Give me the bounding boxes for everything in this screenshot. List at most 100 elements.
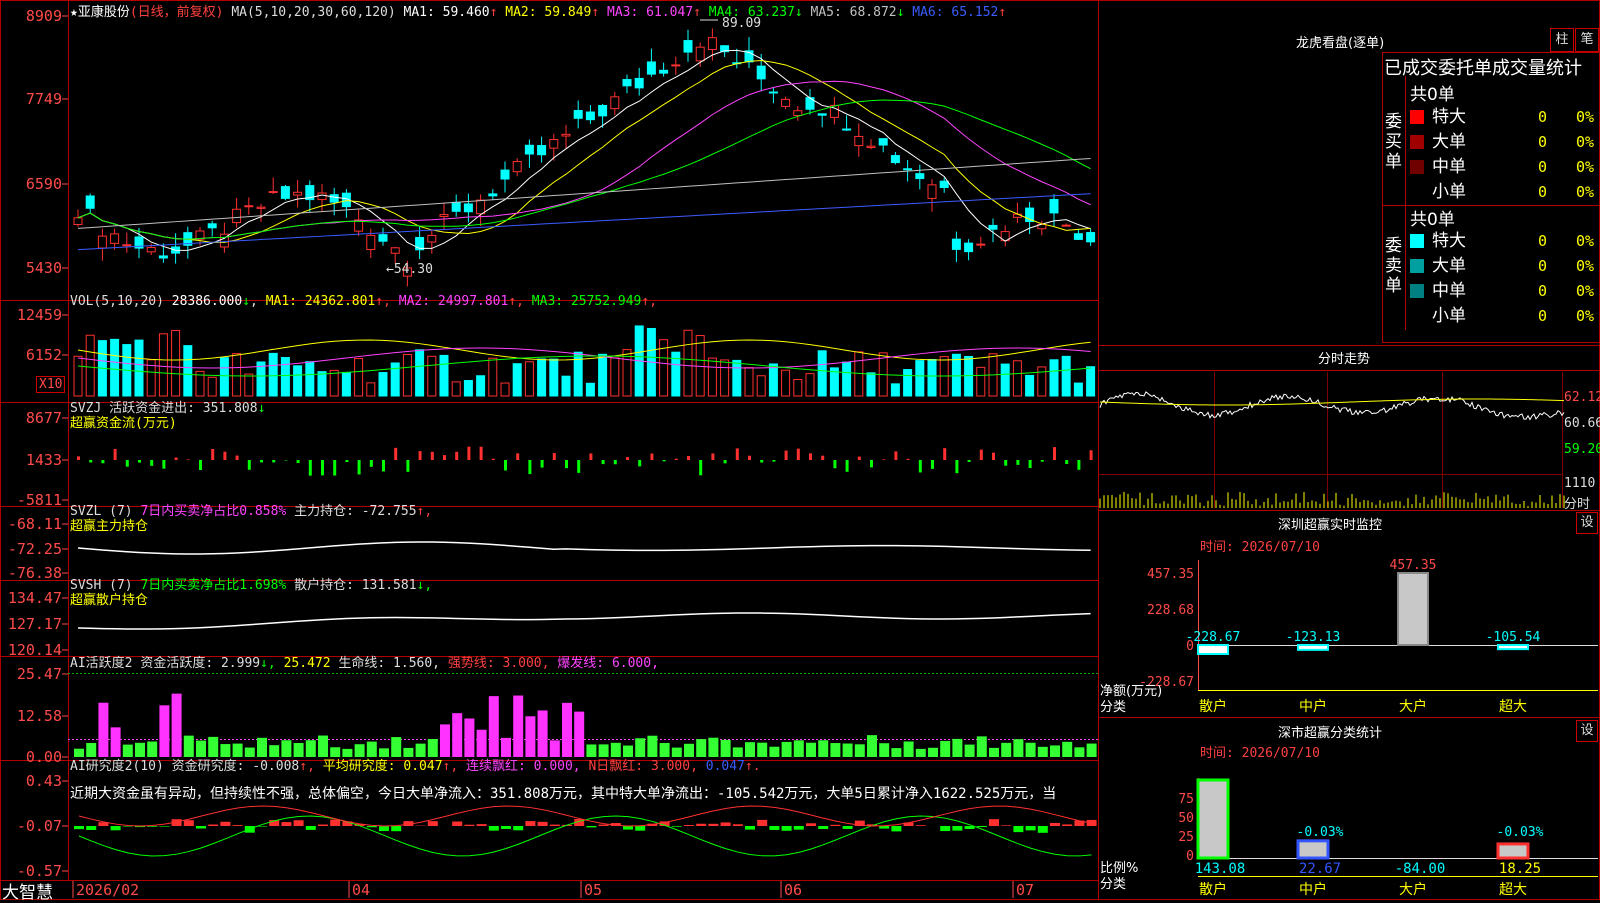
sz-class-settings-button[interactable]: 设 (1576, 720, 1598, 742)
svzj-bar (687, 456, 690, 460)
ai-active-bar (489, 696, 499, 757)
ai-active-bar (525, 716, 535, 757)
ai-research-bar (513, 826, 523, 830)
svzj-bar (675, 459, 678, 460)
sz-class-bar (1298, 841, 1328, 858)
candle-body (708, 38, 716, 50)
svzj-bar (504, 460, 507, 470)
tick-mode-button[interactable]: 笔 (1575, 28, 1599, 52)
svzl-line (78, 542, 1091, 554)
date-label: 2026/02 (76, 881, 139, 899)
ai-research-bar (806, 823, 816, 826)
buy-total: 共0单 (1410, 80, 1455, 105)
ai-active-bar (830, 743, 840, 757)
ai-research-bar (367, 826, 377, 827)
ai-active-bar (891, 748, 901, 757)
svsh-line (78, 613, 1091, 629)
vol-ma1-value: MA1: 24362.801 (266, 294, 376, 309)
sz-class-category: 中户 (1299, 881, 1327, 898)
volume-bar (586, 383, 594, 396)
ai-active-bar (562, 703, 572, 757)
svzj-bar (846, 460, 849, 472)
stock-period: (日线，前复权) (130, 5, 224, 20)
svzj-bar (297, 460, 300, 463)
candle-body (440, 215, 448, 217)
svsh-arrow: ↓, (417, 578, 433, 593)
svzj-bar (516, 453, 519, 460)
ma1-value: MA1: 59.460 (404, 5, 490, 20)
ai-research-label: AI研究度2(10) (70, 759, 164, 774)
volume-bar (269, 353, 277, 396)
volume-bar (1050, 360, 1058, 396)
svzj-bar (419, 451, 422, 460)
ai-research-v2: 0.047 (403, 759, 442, 774)
candle-body (867, 146, 875, 147)
svzj-bar (907, 459, 910, 460)
ai-active-bar (782, 742, 792, 757)
ai-active-v1: 2.999 (221, 656, 260, 671)
ai-active-bar (440, 724, 450, 757)
sz-monitor-bar-label: -123.13 (1286, 630, 1341, 645)
ai-active-bar (574, 712, 584, 757)
buy-row-name: 小单 (1432, 181, 1466, 203)
sz-class-category: 大户 (1399, 881, 1427, 898)
svzj-bar (1004, 460, 1007, 466)
sell-row-count: 0 (1538, 230, 1547, 252)
sz-monitor-axis-label: 457.35 (1147, 567, 1194, 582)
volume-bar (843, 362, 851, 396)
ai-research-v3: 0.000, (534, 759, 581, 774)
ma3-value: MA3: 61.047 (599, 5, 693, 20)
svzj-bar (553, 453, 556, 460)
candle-body (428, 235, 436, 242)
svzj-bar (528, 460, 531, 474)
ai-research-bar (306, 826, 316, 830)
ai-active-bar (794, 740, 804, 757)
svsh-ratio: 7日内买卖净占比1.698% (140, 578, 286, 593)
ma4-value: MA4: 63.237 (701, 5, 795, 20)
sell-row-count: 0 (1538, 255, 1547, 277)
order-stats-tab[interactable]: 已成交委托单成交量统计 (1384, 54, 1600, 80)
buy-row-pct: 0% (1576, 181, 1594, 203)
sz-class-axis-label: 50 (1178, 811, 1194, 826)
ai-research-bar (843, 826, 853, 829)
sz-monitor-bar (1198, 645, 1228, 654)
svzj-bar (760, 460, 763, 463)
sz-class-value: 22.67 (1299, 861, 1341, 877)
ma5-line (78, 158, 1091, 228)
svzj-bar (126, 460, 129, 467)
ai-research-bar (794, 826, 804, 830)
volume-bar (562, 376, 570, 396)
volume-bar (501, 383, 509, 396)
svzj-bar (748, 456, 751, 460)
volume-bar (708, 358, 716, 396)
ai-research-bar (782, 826, 792, 831)
svzj-bar (162, 460, 165, 469)
sz-monitor-settings-button[interactable]: 设 (1576, 512, 1598, 534)
svzj-bar (382, 460, 385, 471)
ma5-value: MA5: 68.872 (803, 5, 897, 20)
axis-label-svzl: -76.38 (8, 564, 62, 582)
svzj-bar (772, 460, 775, 462)
ai-active-bar (916, 749, 926, 757)
volume-bar (611, 358, 619, 396)
ai-active-a1: ↓, (260, 656, 276, 671)
intraday-axis-top: 62.12 (1564, 390, 1600, 405)
sell-color-swatch (1410, 284, 1424, 298)
ai-research-bar (159, 826, 169, 827)
volume-bar (208, 377, 216, 396)
ai-active-bar (1026, 743, 1036, 757)
svzj-bar (1053, 447, 1056, 460)
ai-research-bar (281, 822, 291, 826)
ai-active-bar (1074, 747, 1084, 757)
volume-bar (745, 368, 753, 396)
volume-bar (220, 358, 228, 396)
ai-research-bar (684, 825, 694, 826)
ai-active-bar (1050, 745, 1060, 757)
bar-mode-button[interactable]: 柱 (1550, 28, 1574, 52)
ai-research-a5: ↑. (745, 759, 761, 774)
volume-bar (977, 367, 985, 396)
svzj-bar (431, 452, 434, 460)
candle-body (464, 204, 472, 212)
ai-active-bar (879, 743, 889, 757)
axis-label-price: 7749 (26, 90, 62, 108)
